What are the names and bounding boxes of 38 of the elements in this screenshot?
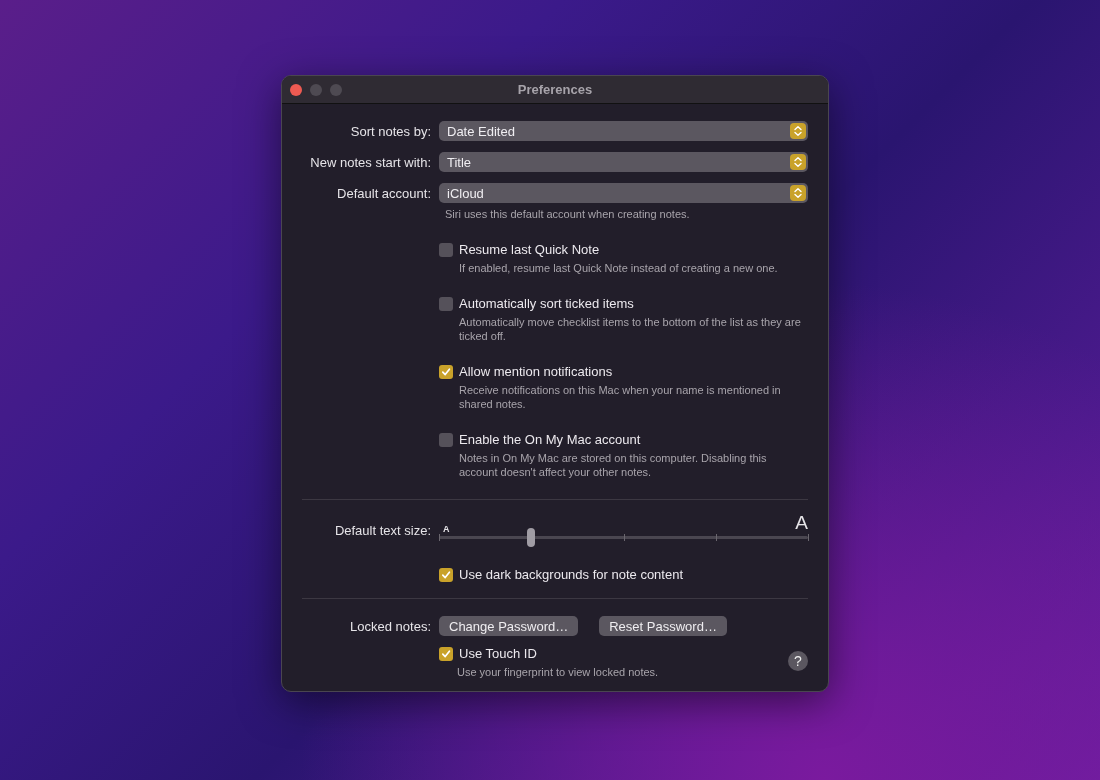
chevrons-icon (790, 185, 806, 201)
field-label: New notes start with: (309, 154, 431, 170)
checkbox-label: Enable the On My Mac account (459, 432, 641, 447)
popup-menu[interactable]: Date Edited (439, 121, 808, 141)
chevrons-icon (790, 154, 806, 170)
checkbox[interactable] (439, 646, 453, 661)
checkbox-label: Use Touch ID (459, 646, 537, 661)
large-text-glyph: A (795, 512, 808, 534)
field-label: Locked notes: (349, 618, 431, 634)
close-button[interactable] (290, 84, 302, 96)
small-text-glyph: A (443, 524, 450, 534)
checkbox-label: Use dark backgrounds for note content (459, 567, 684, 582)
window-title: Preferences (517, 82, 593, 97)
checkbox[interactable] (439, 567, 453, 582)
option-description: If enabled, resume last Quick Note instead of creating a new one. (459, 261, 779, 275)
field-label: Default text size: (333, 523, 431, 538)
checkbox-label: Resume last Quick Note (459, 242, 600, 257)
checkbox[interactable] (439, 296, 453, 311)
checkbox[interactable] (439, 432, 453, 447)
chevrons-icon (790, 123, 806, 139)
field-label: Default account: (336, 185, 431, 201)
checkbox[interactable] (439, 364, 453, 379)
password-button[interactable]: Change Password… (439, 616, 579, 636)
option-description: Notes in On My Mac are stored on this computer. Disabling this account doesn't affect your other notes. (459, 451, 768, 479)
popup-menu[interactable]: iCloud (439, 183, 808, 203)
text-size-slider[interactable] (439, 528, 808, 547)
option-description: Use your fingerprint to view locked notes. (457, 665, 660, 679)
checkbox[interactable] (439, 242, 453, 257)
field-label: Sort notes by: (349, 123, 431, 139)
slider-thumb[interactable] (527, 528, 536, 547)
popup-menu[interactable]: Title (439, 152, 808, 172)
option-description: Receive notifications on this Mac when your name is mentioned in shared notes. (459, 383, 782, 411)
password-button[interactable]: Reset Password… (599, 616, 727, 636)
checkbox-label: Automatically sort ticked items (459, 296, 634, 311)
help-button[interactable]: ? (788, 651, 808, 671)
option-description: Automatically move checklist items to the bottom of the list as they are ticked off. (459, 315, 802, 343)
help-text: Siri uses this default account when creating notes. (445, 208, 690, 220)
checkbox-label: Allow mention notifications (459, 364, 613, 379)
